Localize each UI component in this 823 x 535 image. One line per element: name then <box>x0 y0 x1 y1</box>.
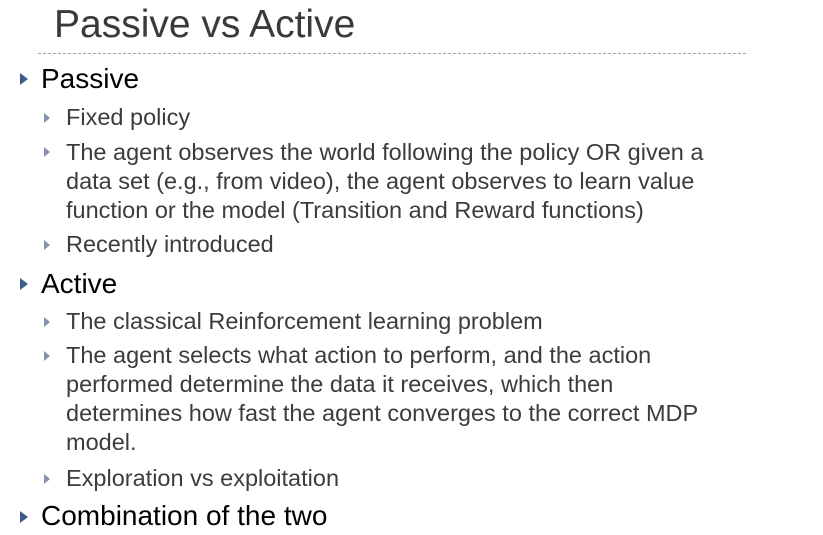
bullet-line: Recently introduced <box>66 231 274 257</box>
level2-bullet-arrow-icon <box>44 351 50 361</box>
level1-bullet-arrow-icon <box>20 278 28 290</box>
sub-bullet-exploration: Exploration vs exploitation <box>66 464 806 493</box>
sub-bullet-agent-selects: The agent selects what action to perform… <box>66 341 806 457</box>
sub-bullet-fixed-policy: Fixed policy <box>66 103 806 132</box>
sub-bullet-recently-introduced: Recently introduced <box>66 230 806 259</box>
bullet-line: model. <box>66 429 137 455</box>
bullet-line: performed determine the data it receives… <box>66 371 614 397</box>
bullet-combination: Combination of the two <box>41 500 328 531</box>
sub-bullet-agent-observes: The agent observes the world following t… <box>66 138 806 225</box>
bullet-passive: Passive <box>41 63 140 94</box>
sub-bullet-classical-rl: The classical Reinforcement learning pro… <box>66 307 806 336</box>
bullet-active: Active <box>41 268 118 299</box>
level1-bullet-arrow-icon <box>20 511 28 523</box>
bullet-list: Passive Fixed policy The agent observes … <box>0 0 823 535</box>
level2-bullet-arrow-icon <box>44 113 50 123</box>
level1-bullet-arrow-icon <box>20 73 28 85</box>
bullet-line: The agent observes the world following t… <box>66 139 704 165</box>
bullet-line: function or the model (Transition and Re… <box>66 197 644 223</box>
bullet-line: data set (e.g., from video), the agent o… <box>66 168 695 194</box>
level2-bullet-arrow-icon <box>44 240 50 250</box>
bullet-line: determines how fast the agent converges … <box>66 400 699 426</box>
level2-bullet-arrow-icon <box>44 474 50 484</box>
bullet-line: Exploration vs exploitation <box>66 465 340 491</box>
bullet-line: The agent selects what action to perform… <box>66 342 652 368</box>
level2-bullet-arrow-icon <box>44 147 50 157</box>
level2-bullet-arrow-icon <box>44 317 50 327</box>
bullet-line: The classical Reinforcement learning pro… <box>66 308 543 334</box>
bullet-line: Fixed policy <box>66 104 191 130</box>
